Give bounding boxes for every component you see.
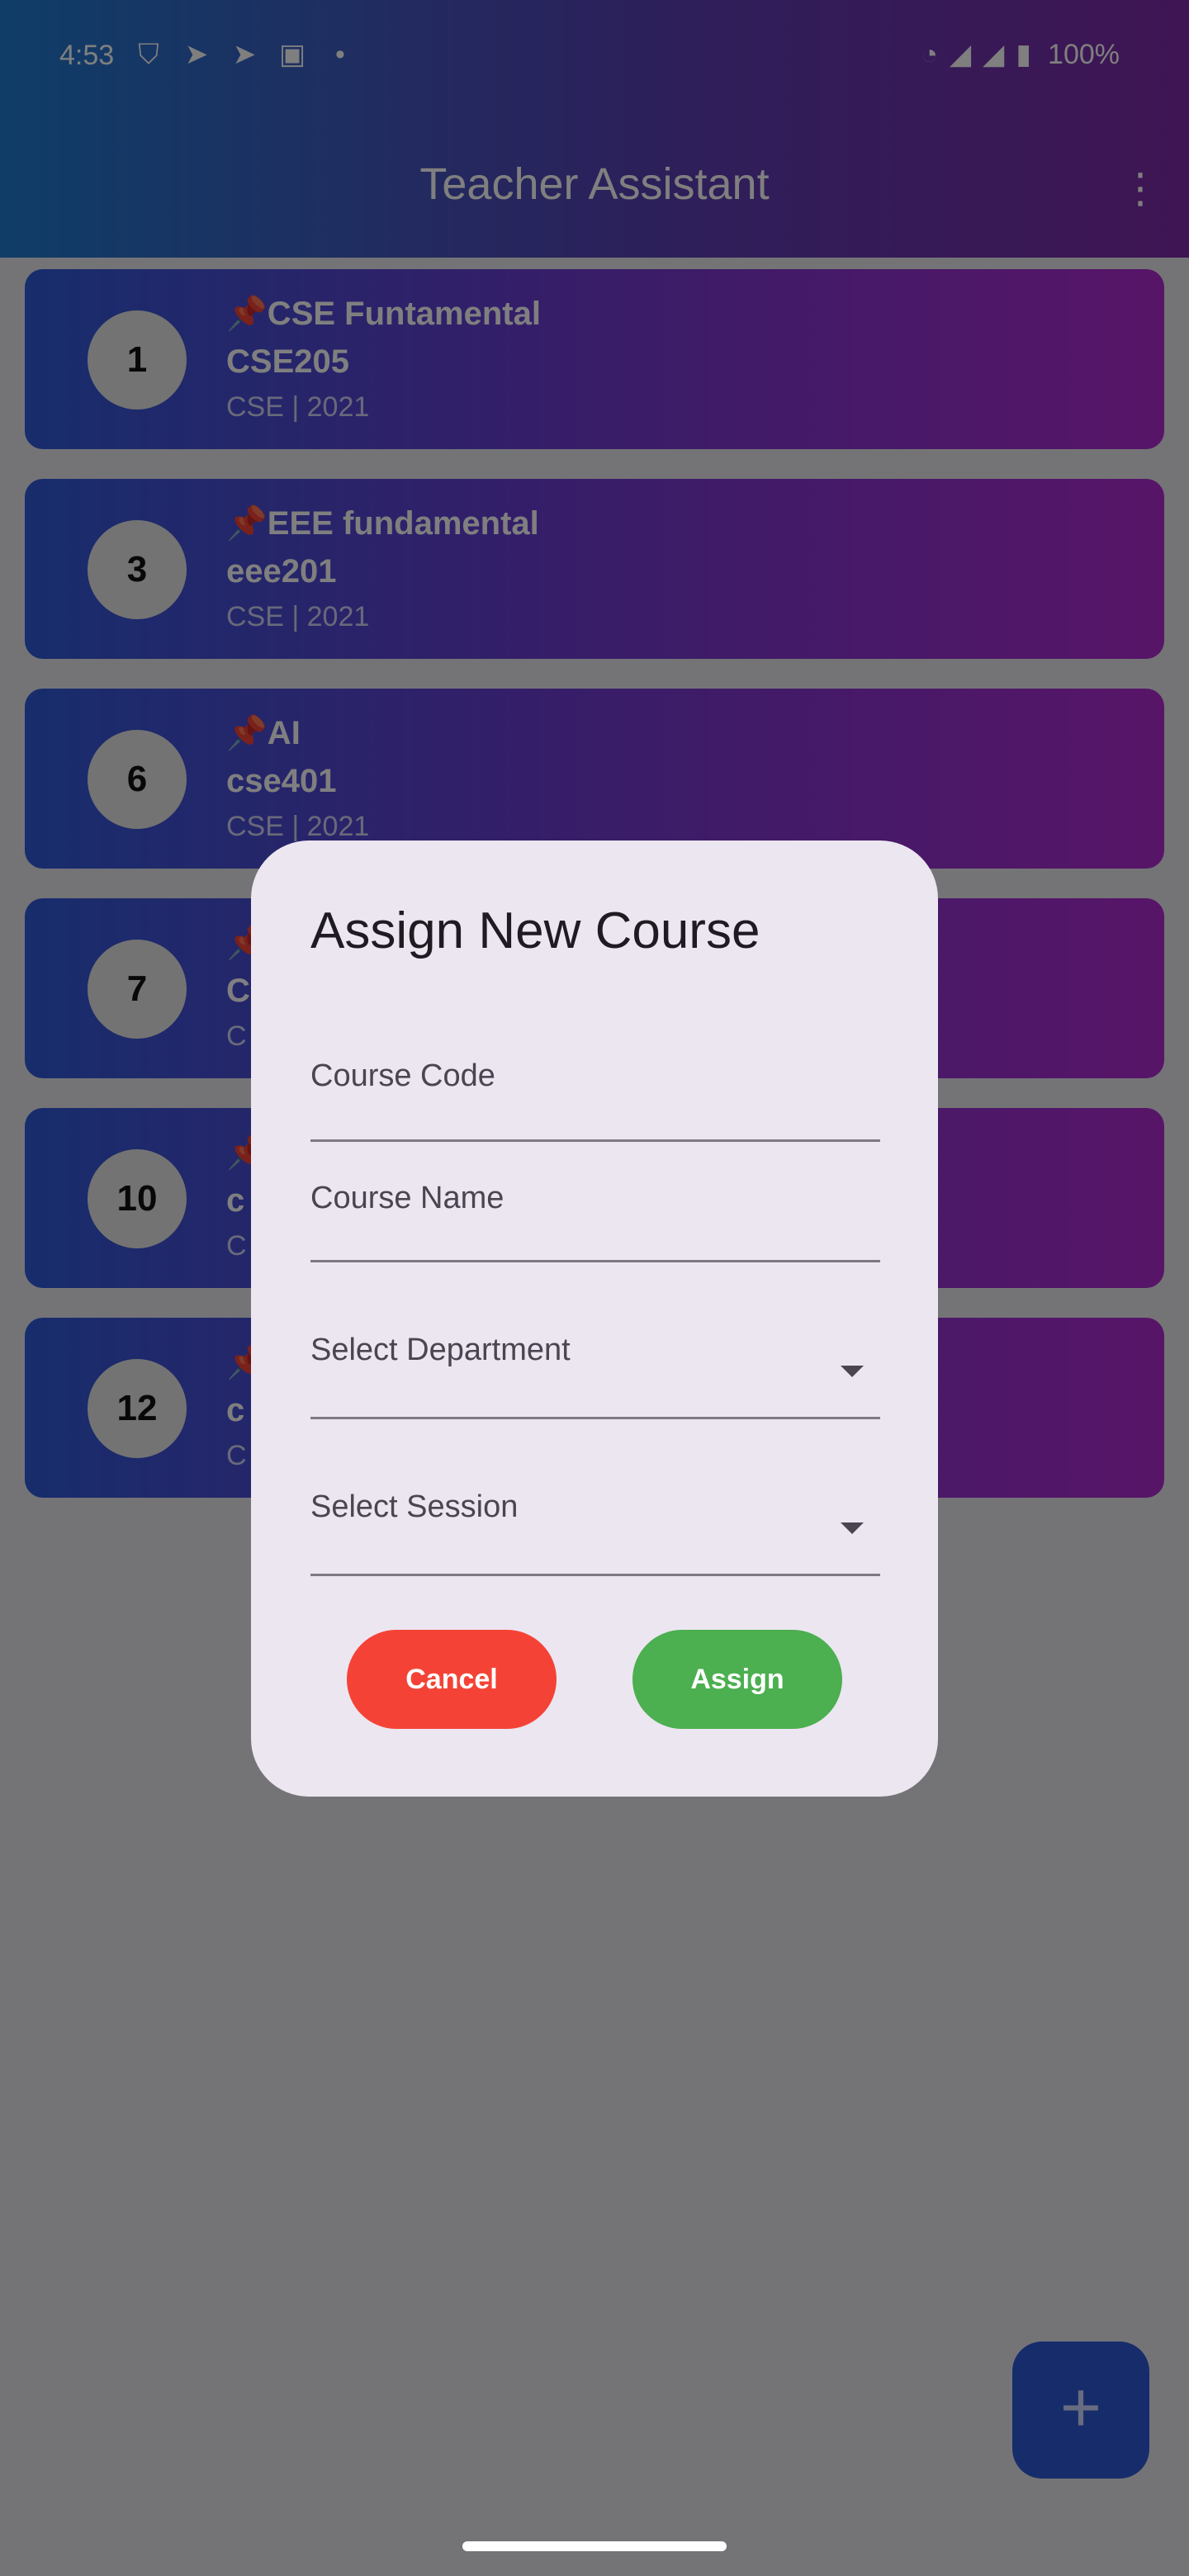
cancel-button[interactable]: Cancel xyxy=(347,1630,557,1729)
chevron-down-icon xyxy=(841,1366,864,1377)
assign-button[interactable]: Assign xyxy=(632,1630,842,1729)
assign-course-dialog: Assign New Course Course Code Course Nam… xyxy=(251,841,938,1797)
department-select[interactable]: Select Department xyxy=(310,1286,880,1419)
department-select-label: Select Department xyxy=(310,1333,571,1367)
chevron-down-icon xyxy=(841,1522,864,1534)
course-code-field[interactable]: Course Code xyxy=(310,1022,880,1142)
course-name-label: Course Name xyxy=(310,1181,504,1215)
course-name-field[interactable]: Course Name xyxy=(310,1163,880,1262)
session-select[interactable]: Select Session xyxy=(310,1443,880,1576)
course-code-label: Course Code xyxy=(310,1058,495,1093)
home-indicator[interactable] xyxy=(462,2541,727,2551)
session-select-label: Select Session xyxy=(310,1489,519,1524)
dialog-title: Assign New Course xyxy=(310,902,760,959)
